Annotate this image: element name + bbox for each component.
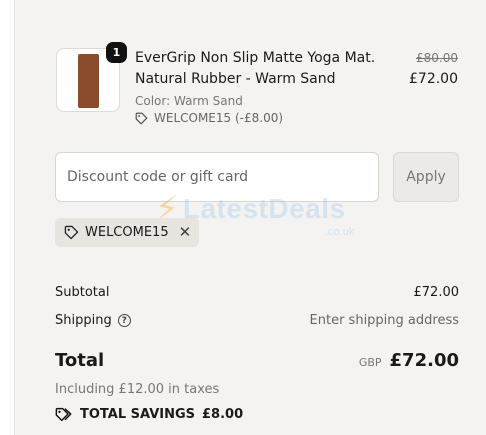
quantity-badge: 1 <box>106 42 127 63</box>
watermark-brand: LatestDeals <box>182 193 346 224</box>
shipping-value: Enter shipping address <box>309 313 459 328</box>
product-discount-text: WELCOME15 (-£8.00) <box>154 111 284 125</box>
applied-discount-chip: WELCOME15 ✕ <box>55 218 200 247</box>
help-circle-icon[interactable]: ? <box>117 314 131 327</box>
yoga-mat-image <box>78 54 99 108</box>
apply-button[interactable]: Apply <box>393 152 459 202</box>
subtotal-row: Subtotal £72.00 <box>55 285 459 300</box>
double-tag-icon <box>55 407 73 422</box>
shipping-row: Shipping ? Enter shipping address <box>55 313 459 328</box>
watermark-domain: .co.uk <box>325 226 355 238</box>
order-summary-panel: 1 EverGrip Non Slip Matte Yoga Mat. Natu… <box>14 0 486 435</box>
product-discount: WELCOME15 (-£8.00) <box>135 111 283 125</box>
tag-icon <box>64 225 79 240</box>
product-thumbnail: 1 <box>56 42 127 112</box>
total-row: Total GBP £72.00 <box>55 350 459 371</box>
product-variant: Color: Warm Sand <box>135 94 243 108</box>
currency-code: GBP <box>358 356 382 369</box>
subtotal-label: Subtotal <box>55 285 110 300</box>
original-price: £80.00 <box>416 51 458 65</box>
shipping-label: Shipping <box>55 313 112 328</box>
current-price: £72.00 <box>409 71 458 87</box>
product-name: EverGrip Non Slip Matte Yoga Mat. Natura… <box>135 50 376 87</box>
savings-value: £8.00 <box>202 407 244 422</box>
close-icon[interactable]: ✕ <box>179 225 192 240</box>
subtotal-value: £72.00 <box>413 285 460 300</box>
taxes-note: Including £12.00 in taxes <box>55 382 220 397</box>
applied-discount-code: WELCOME15 <box>85 225 169 240</box>
total-label: Total <box>55 350 105 371</box>
total-savings: TOTAL SAVINGS £8.00 <box>55 407 243 422</box>
tag-icon <box>135 112 148 125</box>
total-value: £72.00 <box>389 350 459 371</box>
savings-label: TOTAL SAVINGS <box>80 407 196 422</box>
